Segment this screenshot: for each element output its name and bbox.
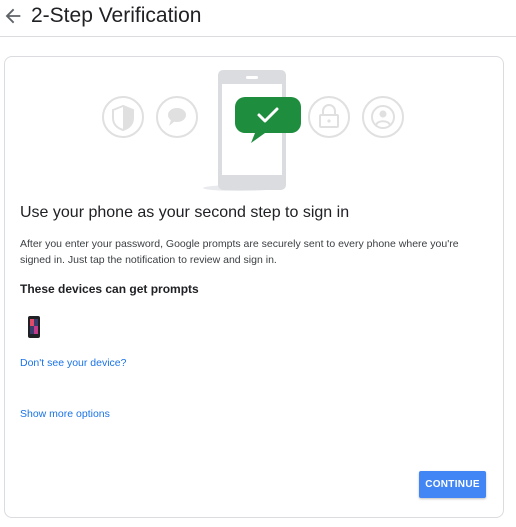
phone-device-icon xyxy=(28,316,40,338)
lock-icon xyxy=(308,96,350,138)
card-description: After you enter your password, Google pr… xyxy=(20,238,459,266)
dont-see-device-link[interactable]: Don't see your device? xyxy=(20,357,126,369)
page-title: 2-Step Verification xyxy=(31,4,202,27)
card-headline: Use your phone as your second step to si… xyxy=(20,204,350,221)
show-more-options-link[interactable]: Show more options xyxy=(20,408,110,420)
account-icon xyxy=(362,96,404,138)
continue-button[interactable]: CONTINUE xyxy=(419,471,486,498)
chat-bubble-icon xyxy=(156,96,198,138)
devices-heading: These devices can get prompts xyxy=(20,282,199,296)
app-header: 2-Step Verification xyxy=(0,0,516,37)
verification-card: Use your phone as your second step to si… xyxy=(4,56,504,518)
phone-prompt-illustration xyxy=(102,70,404,191)
shield-icon xyxy=(102,96,144,138)
back-arrow-icon[interactable] xyxy=(2,5,24,27)
